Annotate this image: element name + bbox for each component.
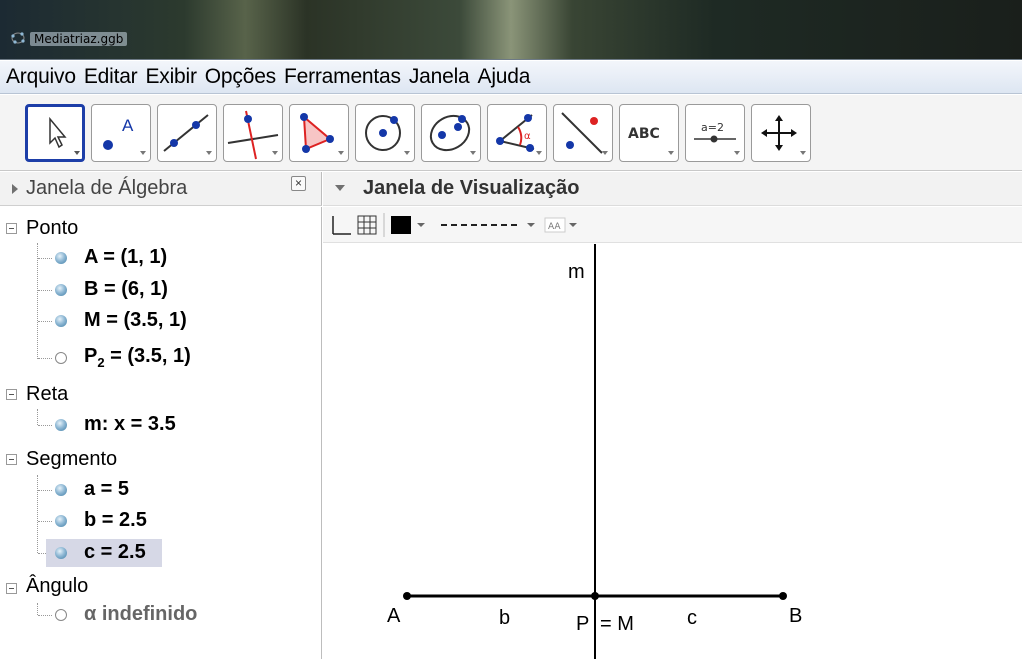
object-point-b[interactable]: B = (6, 1) <box>84 278 168 301</box>
object-point-p2[interactable]: P2 = (3.5, 1) <box>84 345 191 370</box>
visibility-toggle-b[interactable] <box>55 284 67 296</box>
object-line-m[interactable]: m: x = 3.5 <box>84 413 176 436</box>
color-swatch-icon[interactable] <box>391 216 425 234</box>
label-equals-m: = M <box>600 613 634 635</box>
menu-bar: Arquivo Editar Exibir Opções Ferramentas… <box>0 61 1022 94</box>
visibility-toggle-m[interactable] <box>55 315 67 327</box>
object-segment-a[interactable]: a = 5 <box>84 478 129 501</box>
label-p: P <box>576 613 589 635</box>
move-graphics-view-icon <box>761 115 806 155</box>
label-b: B <box>789 605 802 627</box>
move-tool-button[interactable] <box>25 104 85 162</box>
line-tool-button[interactable] <box>157 104 217 162</box>
style-bar-icons: AA <box>332 213 577 237</box>
graphics-style-bar: AA <box>323 207 1022 243</box>
object-segment-c[interactable]: c = 2.5 <box>84 541 146 564</box>
text-tool-button[interactable]: ABC <box>619 104 679 162</box>
line-style-icon[interactable] <box>441 223 535 227</box>
window-title: Mediatriaz.ggb <box>30 32 128 46</box>
object-segment-b[interactable]: b = 2.5 <box>84 509 147 532</box>
angle-tool-label: α <box>524 131 531 142</box>
perpendicular-line-icon <box>227 110 279 160</box>
visibility-toggle-c-seg[interactable] <box>55 547 67 559</box>
collapse-triangle-icon[interactable] <box>12 184 18 194</box>
point-a[interactable] <box>403 592 411 600</box>
angle-tool-button[interactable]: α <box>487 104 547 162</box>
label-segment-c: c <box>687 607 697 629</box>
collapse-segmento-icon[interactable] <box>6 454 17 465</box>
close-icon[interactable]: × <box>291 176 306 191</box>
label-segment-b: b <box>499 607 510 629</box>
geogebra-app-icon <box>11 32 25 44</box>
reflect-about-line-icon <box>561 112 608 155</box>
menu-exibir[interactable]: Exibir <box>141 65 200 89</box>
point-tool-button[interactable]: A <box>91 104 151 162</box>
toolbar: A α ABC a=2 <box>0 95 1022 171</box>
line-through-two-points-icon <box>163 114 212 155</box>
window-title-bar: Mediatriaz.ggb <box>0 0 1022 60</box>
algebra-view-title: Janela de Álgebra <box>26 177 188 199</box>
point-tool-label: A <box>122 116 134 135</box>
menu-arquivo[interactable]: Arquivo <box>2 65 80 89</box>
collapse-triangle-icon[interactable] <box>335 185 345 191</box>
point-icon: A <box>103 116 146 155</box>
ellipse-tool-button[interactable] <box>421 104 481 162</box>
text-icon: ABC <box>628 126 674 155</box>
label-size-text: AA <box>548 222 561 232</box>
polygon-tool-button[interactable] <box>289 104 349 162</box>
label-size-icon[interactable]: AA <box>544 217 577 233</box>
point-p-m[interactable] <box>591 592 599 600</box>
axes-icon[interactable] <box>332 216 351 235</box>
algebra-view-header: Janela de Álgebra × <box>0 172 322 206</box>
collapse-angulo-icon[interactable] <box>6 583 17 594</box>
slider-tool-label: a=2 <box>701 121 724 134</box>
group-angulo: Ângulo <box>26 575 89 597</box>
visibility-toggle-a[interactable] <box>55 252 67 264</box>
visibility-toggle-p2[interactable] <box>55 352 67 364</box>
algebra-view: Ponto A = (1, 1) B = (6, 1) M = (3.5, 1)… <box>0 207 322 659</box>
visibility-toggle-m-line[interactable] <box>55 419 67 431</box>
object-point-a[interactable]: A = (1, 1) <box>84 246 167 269</box>
grid-icon[interactable] <box>357 215 377 235</box>
point-b[interactable] <box>779 592 787 600</box>
menu-opcoes[interactable]: Opções <box>201 65 280 89</box>
menu-ferramentas[interactable]: Ferramentas <box>280 65 405 89</box>
visibility-toggle-b-seg[interactable] <box>55 515 67 527</box>
graphics-view-header: Janela de Visualização <box>323 172 1022 206</box>
label-m: m <box>568 261 585 283</box>
angle-icon: α <box>496 114 542 155</box>
graphics-view-title: Janela de Visualização <box>363 177 580 199</box>
arrow-cursor-icon <box>49 116 80 155</box>
reflect-tool-button[interactable] <box>553 104 613 162</box>
object-angle-alpha[interactable]: α indefinido <box>84 603 197 626</box>
group-segmento: Segmento <box>26 448 118 470</box>
menu-editar[interactable]: Editar <box>80 65 142 89</box>
slider-icon: a=2 <box>694 121 740 155</box>
perpendicular-tool-button[interactable] <box>223 104 283 162</box>
circle-tool-button[interactable] <box>355 104 415 162</box>
collapse-reta-icon[interactable] <box>6 389 17 400</box>
group-reta: Reta <box>26 383 69 405</box>
ellipse-icon <box>429 114 476 155</box>
menu-janela[interactable]: Janela <box>405 65 474 89</box>
geometry-drawing: m A B b c P = M <box>387 244 802 659</box>
visibility-toggle-alpha[interactable] <box>55 609 67 621</box>
menu-ajuda[interactable]: Ajuda <box>474 65 535 89</box>
circle-center-point-icon <box>365 115 410 155</box>
move-view-tool-button[interactable] <box>751 104 811 162</box>
label-a: A <box>387 605 401 627</box>
polygon-icon <box>300 113 344 155</box>
visibility-toggle-a-seg[interactable] <box>55 484 67 496</box>
collapse-ponto-icon[interactable] <box>6 223 17 234</box>
graphics-canvas[interactable]: m A B b c P = M <box>323 244 1022 659</box>
slider-tool-button[interactable]: a=2 <box>685 104 745 162</box>
object-point-m[interactable]: M = (3.5, 1) <box>84 309 187 332</box>
group-ponto: Ponto <box>26 217 79 239</box>
text-tool-label: ABC <box>628 126 660 142</box>
